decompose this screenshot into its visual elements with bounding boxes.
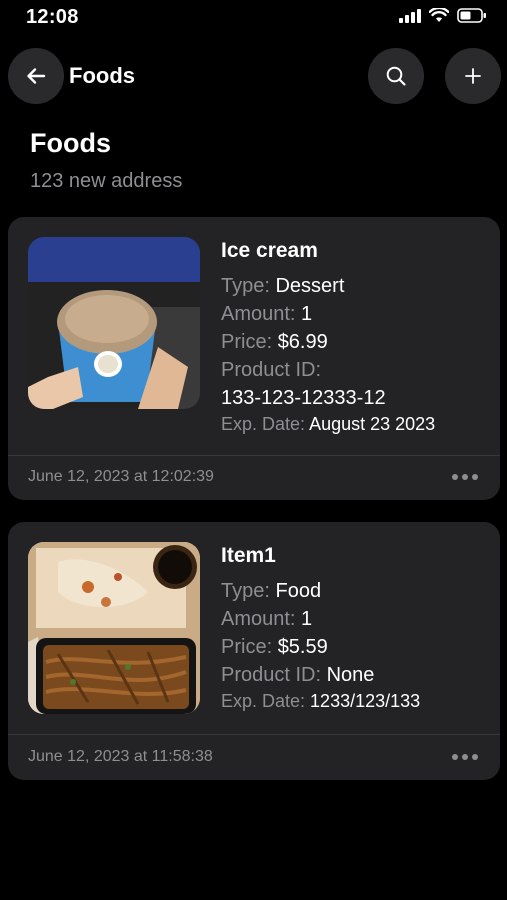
item-product-id: Product ID: None [221, 664, 374, 687]
arrow-left-icon [27, 68, 46, 84]
item-product-id-label: Product ID: [221, 359, 321, 382]
product-id-label: Product ID: [221, 664, 327, 686]
type-label: Type: [221, 275, 276, 297]
amount-label: Amount: [221, 608, 302, 630]
price-value: $5.59 [277, 636, 328, 658]
food-image [28, 237, 200, 409]
item-price: Price: $5.59 [221, 636, 328, 659]
more-options-button[interactable] [452, 754, 478, 760]
item-exp-date: Exp. Date: 1233/123/133 [221, 691, 420, 712]
food-card[interactable]: Ice cream Type: Dessert Amount: 1 Price:… [8, 217, 500, 500]
exp-date-label: Exp. Date: [221, 414, 310, 434]
more-options-button[interactable] [452, 474, 478, 480]
item-price: Price: $6.99 [221, 331, 328, 354]
type-value: Food [275, 580, 322, 602]
price-value: $6.99 [277, 331, 328, 353]
search-icon [386, 66, 406, 86]
type-value: Dessert [275, 275, 345, 297]
item-type: Type: Dessert [221, 275, 344, 298]
cellular-signal-icon [399, 8, 421, 23]
exp-date-value: August 23 2023 [309, 414, 436, 434]
type-label: Type: [221, 580, 276, 602]
item-amount: Amount: 1 [221, 608, 312, 631]
search-button[interactable] [368, 48, 424, 104]
amount-value: 1 [301, 303, 313, 325]
product-id-value: None [326, 664, 375, 686]
status-bar: 12:08 [0, 0, 507, 36]
item-name: Ice cream [221, 239, 318, 262]
battery-icon [457, 8, 486, 23]
page-title: Foods [30, 128, 111, 158]
status-icons [399, 8, 487, 23]
status-time: 12:08 [26, 6, 79, 28]
price-label: Price: [221, 331, 278, 353]
item-amount: Amount: 1 [221, 303, 312, 326]
plus-icon [465, 68, 481, 84]
back-button[interactable] [8, 48, 64, 104]
item-exp-date: Exp. Date: August 23 2023 [221, 414, 435, 435]
food-image [28, 542, 200, 714]
page-subtitle: 123 new address [30, 170, 183, 192]
wifi-icon [429, 8, 449, 22]
food-card[interactable]: Item1 Type: Food Amount: 1 Price: $5.59 … [8, 522, 500, 780]
item-product-id: 133-123-12333-12 [221, 387, 386, 409]
item-timestamp: June 12, 2023 at 11:58:38 [28, 748, 213, 765]
price-label: Price: [221, 636, 278, 658]
product-id-label: Product ID: [221, 359, 322, 381]
exp-date-value: 1233/123/133 [310, 691, 421, 711]
item-timestamp: June 12, 2023 at 12:02:39 [28, 468, 214, 485]
amount-value: 1 [301, 608, 313, 630]
add-button[interactable] [445, 48, 501, 104]
exp-date-label: Exp. Date: [221, 691, 311, 711]
amount-label: Amount: [221, 303, 302, 325]
item-type: Type: Food [221, 580, 321, 603]
card-divider [8, 455, 500, 456]
card-divider [8, 734, 500, 735]
nav-title: Foods [69, 63, 135, 88]
item-name: Item1 [221, 544, 276, 567]
